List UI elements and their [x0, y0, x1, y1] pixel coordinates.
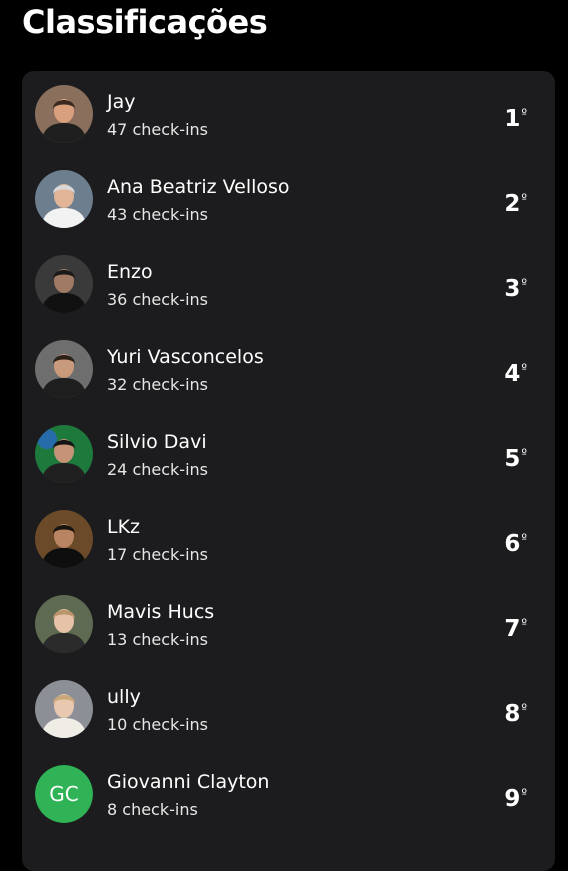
rank-position: 2º: [504, 184, 527, 218]
checkin-count: 47 check-ins: [107, 120, 208, 139]
rank-number: 4: [504, 361, 521, 387]
user-name: ully: [107, 686, 141, 708]
user-avatar[interactable]: [35, 595, 93, 653]
user-name: Yuri Vasconcelos: [107, 346, 264, 368]
user-avatar[interactable]: [35, 680, 93, 738]
leaderboard-row[interactable]: Jay 47 check-ins 1º: [22, 71, 555, 156]
rank-number: 7: [504, 616, 521, 642]
rank-number: 5: [504, 446, 521, 472]
user-name: Mavis Hucs: [107, 601, 215, 623]
rank-number: 6: [504, 531, 521, 557]
rank-ordinal-suffix: º: [521, 701, 527, 715]
rank-number: 8: [504, 701, 521, 727]
leaderboard-list: Jay 47 check-ins 1º Ana Beatriz Velloso 43 c…: [22, 71, 555, 871]
checkin-count: 17 check-ins: [107, 545, 208, 564]
user-photo: [35, 340, 93, 398]
user-avatar[interactable]: GC: [35, 765, 93, 823]
rank-position: 3º: [504, 269, 527, 303]
user-avatar[interactable]: [35, 255, 93, 313]
user-avatar[interactable]: [35, 425, 93, 483]
user-name: Silvio Davi: [107, 431, 207, 453]
checkin-count: 10 check-ins: [107, 715, 208, 734]
rank-ordinal-suffix: º: [521, 531, 527, 545]
user-photo: [35, 510, 93, 568]
rank-number: 3: [504, 276, 521, 302]
user-photo: [35, 85, 93, 143]
page-title: Classificações: [22, 3, 268, 41]
rank-ordinal-suffix: º: [521, 106, 527, 120]
rank-position: 6º: [504, 524, 527, 558]
user-name: LKz: [107, 516, 141, 538]
user-photo: [35, 680, 93, 738]
user-photo: [35, 170, 93, 228]
rank-number: 9: [504, 786, 521, 812]
leaderboard-row[interactable]: Mavis Hucs 13 check-ins 7º: [22, 581, 555, 666]
rank-number: 2: [504, 191, 521, 217]
user-avatar[interactable]: [35, 340, 93, 398]
checkin-count: 43 check-ins: [107, 205, 208, 224]
leaderboard-row[interactable]: GC Giovanni Clayton 8 check-ins 9º: [22, 751, 555, 836]
leaderboard-row[interactable]: Enzo 36 check-ins 3º: [22, 241, 555, 326]
user-name: Giovanni Clayton: [107, 771, 270, 793]
rank-number: 1: [504, 106, 521, 132]
user-avatar[interactable]: [35, 510, 93, 568]
checkin-count: 32 check-ins: [107, 375, 208, 394]
checkin-count: 8 check-ins: [107, 800, 198, 819]
user-photo: [35, 255, 93, 313]
leaderboard-row[interactable]: LKz 17 check-ins 6º: [22, 496, 555, 581]
user-avatar[interactable]: [35, 85, 93, 143]
user-name: Enzo: [107, 261, 153, 283]
leaderboard-row[interactable]: ully 10 check-ins 8º: [22, 666, 555, 751]
rank-position: 7º: [504, 609, 527, 643]
rank-ordinal-suffix: º: [521, 191, 527, 205]
avatar-initials: GC: [35, 765, 93, 823]
checkin-count: 24 check-ins: [107, 460, 208, 479]
leaderboard-row[interactable]: Ana Beatriz Velloso 43 check-ins 2º: [22, 156, 555, 241]
checkin-count: 13 check-ins: [107, 630, 208, 649]
rank-position: 5º: [504, 439, 527, 473]
leaderboard-row[interactable]: Silvio Davi 24 check-ins 5º: [22, 411, 555, 496]
user-name: Ana Beatriz Velloso: [107, 176, 290, 198]
rank-ordinal-suffix: º: [521, 616, 527, 630]
rank-ordinal-suffix: º: [521, 786, 527, 800]
user-photo: [35, 595, 93, 653]
rank-ordinal-suffix: º: [521, 361, 527, 375]
rank-position: 1º: [504, 99, 527, 133]
leaderboard-row[interactable]: Yuri Vasconcelos 32 check-ins 4º: [22, 326, 555, 411]
rank-position: 9º: [504, 779, 527, 813]
rank-ordinal-suffix: º: [521, 276, 527, 290]
checkin-count: 36 check-ins: [107, 290, 208, 309]
rank-ordinal-suffix: º: [521, 446, 527, 460]
user-photo: [35, 425, 93, 483]
user-name: Jay: [107, 91, 136, 113]
user-avatar[interactable]: [35, 170, 93, 228]
rank-position: 4º: [504, 354, 527, 388]
rank-position: 8º: [504, 694, 527, 728]
